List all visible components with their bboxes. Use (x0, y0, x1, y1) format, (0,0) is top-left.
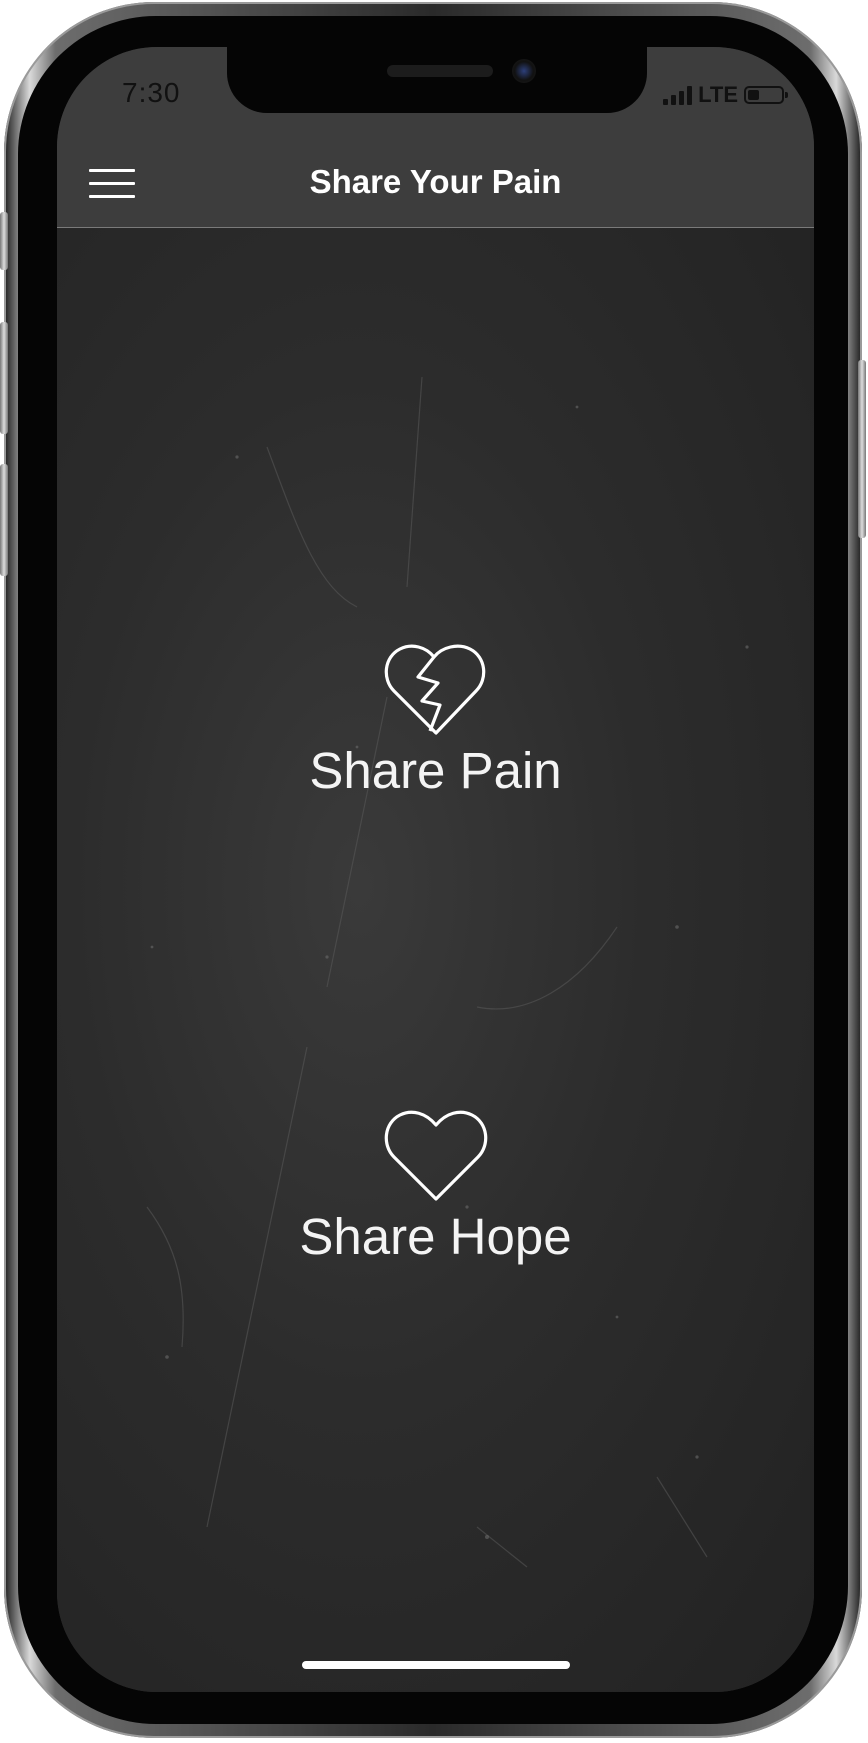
cellular-signal-icon (663, 85, 693, 105)
home-indicator[interactable] (302, 1661, 570, 1669)
battery-level (748, 90, 759, 100)
chalkboard-background (57, 227, 814, 1692)
broken-heart-icon (384, 644, 485, 735)
earpiece-speaker (387, 65, 493, 77)
network-type: LTE (698, 82, 738, 107)
page-title: Share Your Pain (309, 163, 562, 200)
status-time: 7:30 (122, 77, 181, 108)
volume-up-button (0, 322, 8, 434)
status-indicators: LTE (663, 82, 788, 107)
mute-switch (0, 212, 8, 270)
share-pain-label: Share Pain (309, 742, 562, 799)
app-screen: 7:30 LTE Share Your Pain Share Pain Shar… (57, 47, 814, 1692)
share-hope-label: Share Hope (299, 1208, 572, 1265)
power-button (858, 360, 866, 538)
share-pain-button[interactable]: Share Pain (57, 643, 814, 800)
volume-down-button (0, 464, 8, 576)
share-hope-button[interactable]: Share Hope (57, 1109, 814, 1266)
heart-icon (384, 1110, 487, 1201)
battery-icon (744, 86, 788, 104)
device-notch (227, 47, 647, 113)
front-camera (512, 59, 536, 83)
chalk-texture (146, 376, 749, 1568)
